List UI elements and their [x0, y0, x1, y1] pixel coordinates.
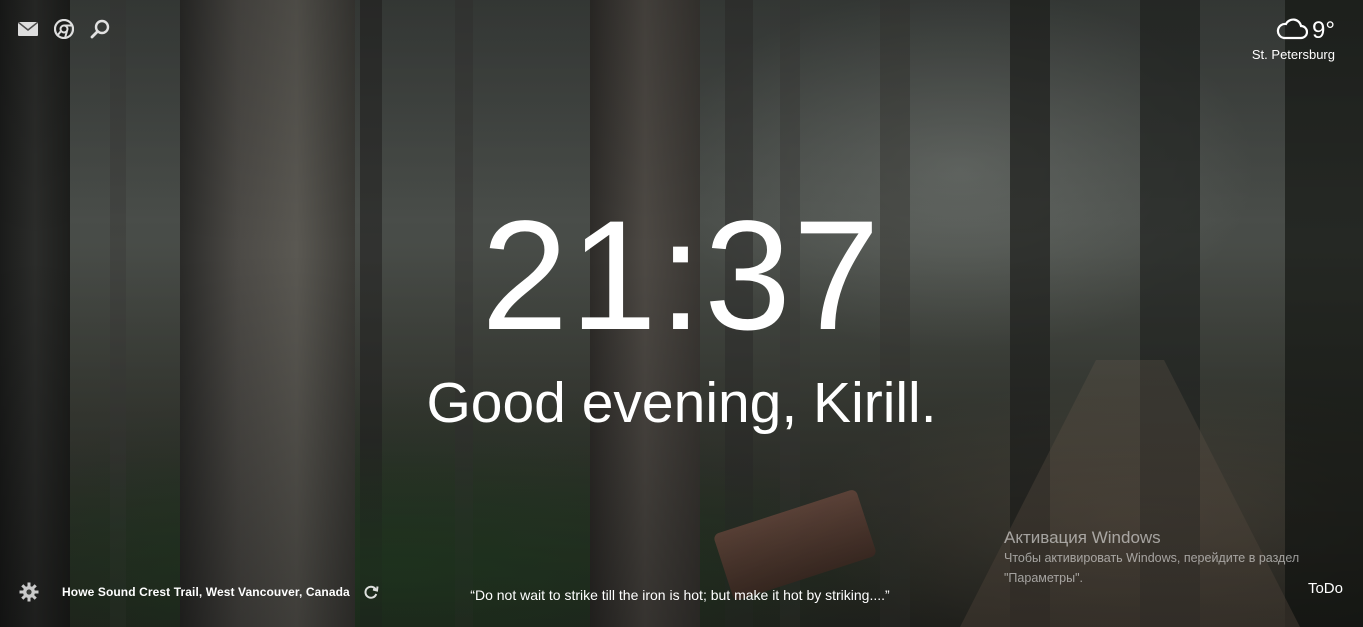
windows-activation-watermark: Активация Windows Чтобы активировать Win…	[1004, 528, 1324, 588]
search-icon[interactable]	[89, 18, 111, 40]
todo-button[interactable]: ToDo	[1308, 580, 1343, 597]
activation-body: Чтобы активировать Windows, перейдите в …	[1004, 551, 1300, 585]
greeting-text: Good evening, Kirill.	[426, 371, 937, 435]
refresh-icon[interactable]	[360, 581, 382, 603]
top-left-links	[17, 18, 111, 40]
weather-widget[interactable]: 9° St. Petersburg	[1252, 17, 1335, 62]
bottom-left-bar: Howe Sound Crest Trail, West Vancouver, …	[18, 581, 382, 603]
photo-location[interactable]: Howe Sound Crest Trail, West Vancouver, …	[62, 585, 350, 599]
gear-icon[interactable]	[18, 581, 40, 603]
mail-icon[interactable]	[17, 18, 39, 40]
weather-temperature: 9°	[1312, 17, 1335, 44]
chrome-icon[interactable]	[53, 18, 75, 40]
clock-time: 21:37	[481, 189, 882, 363]
activation-title: Активация Windows	[1004, 528, 1161, 547]
daily-quote[interactable]: “Do not wait to strike till the iron is …	[400, 587, 960, 603]
weather-city: St. Petersburg	[1251, 47, 1335, 62]
cloud-icon	[1276, 17, 1309, 45]
